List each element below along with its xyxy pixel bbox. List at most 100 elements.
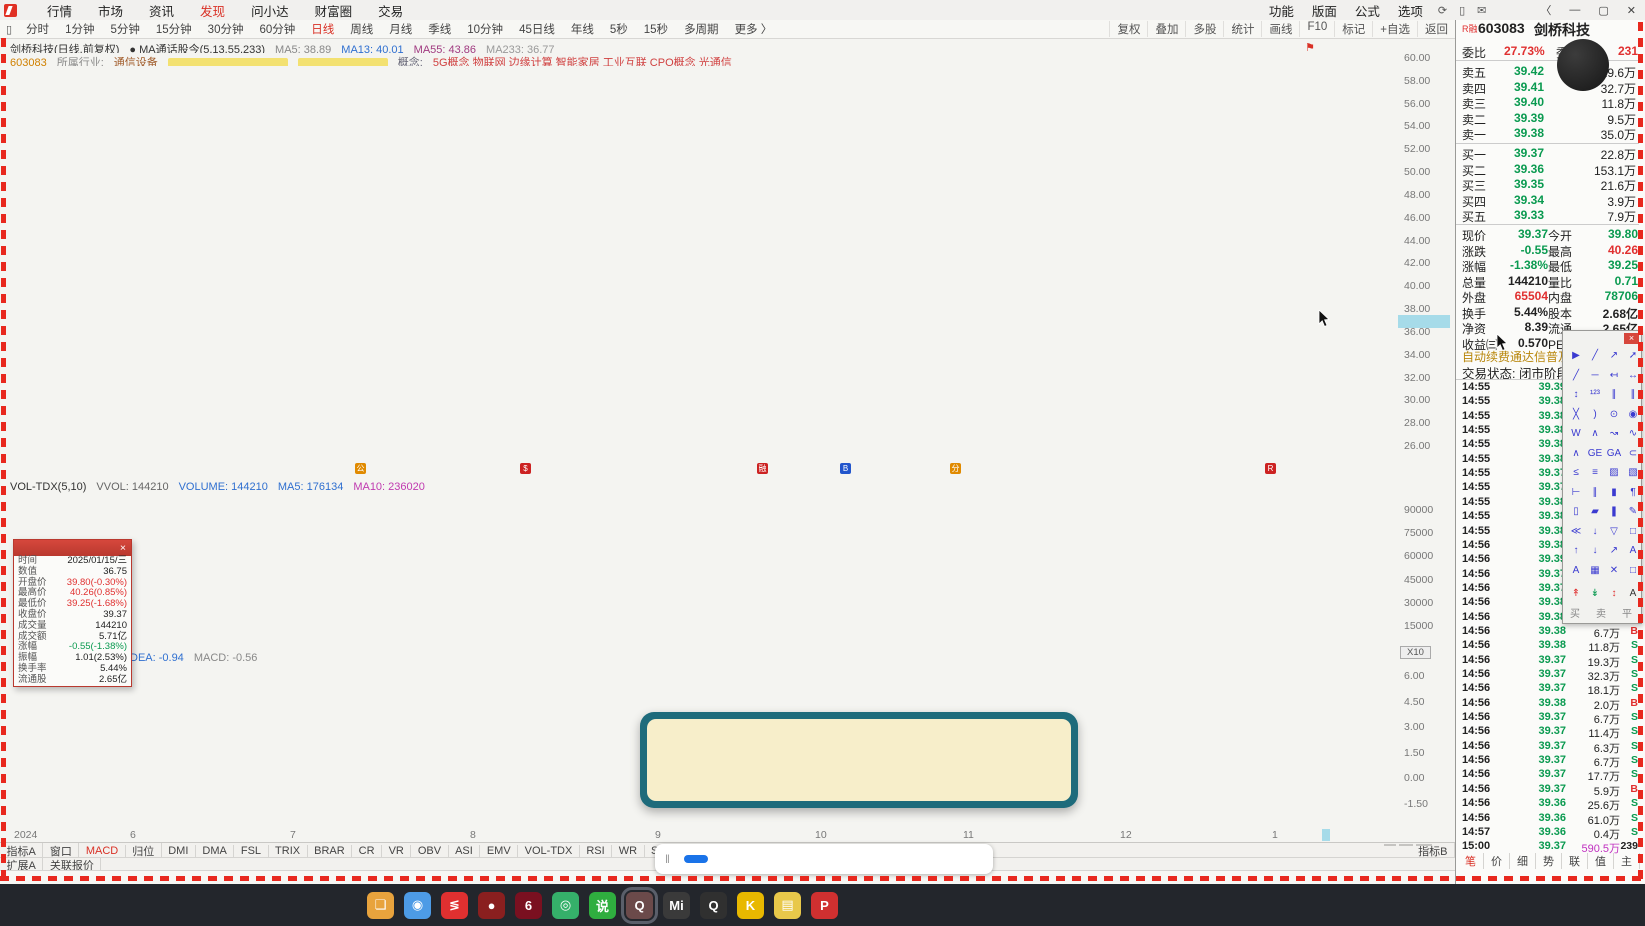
taskbar-app-tdx[interactable]: ≶: [441, 891, 468, 919]
taskbar-app-sticky-notes[interactable]: ▤: [774, 891, 801, 919]
tab-RSI[interactable]: RSI: [580, 844, 613, 857]
tab-EMV[interactable]: EMV: [480, 844, 519, 857]
toolbar-button-复权[interactable]: 复权: [1109, 21, 1147, 37]
bid-price[interactable]: 39.33: [1514, 208, 1544, 222]
collapse-icon[interactable]: 〈: [1531, 2, 1560, 18]
draw-tool-icon[interactable]: ↔: [1624, 367, 1642, 384]
tab-MACD[interactable]: MACD: [79, 844, 126, 857]
period-更多 〉[interactable]: 更多 〉: [727, 21, 781, 37]
ask-price[interactable]: 39.39: [1514, 111, 1544, 125]
draw-tool-icon[interactable]: GE: [1586, 445, 1604, 462]
taskbar-app-app-red-circle[interactable]: ●: [478, 891, 505, 919]
draw-tool-icon[interactable]: ≤: [1567, 464, 1585, 481]
toolbar-button-标记[interactable]: 标记: [1334, 21, 1372, 37]
draw-tool-icon[interactable]: GA: [1605, 445, 1623, 462]
draw-tool-icon[interactable]: ): [1586, 406, 1604, 423]
period-年线[interactable]: 年线: [563, 21, 602, 37]
tab-CR[interactable]: CR: [352, 844, 383, 857]
draw-tool-icon[interactable]: ❚: [1605, 503, 1623, 520]
draw-tool-icon[interactable]: □: [1624, 562, 1642, 579]
tab-BRAR[interactable]: BRAR: [308, 844, 353, 857]
zoom-out-button[interactable]: [1416, 844, 1432, 846]
draw-tool-icon[interactable]: ∥: [1586, 484, 1604, 501]
taskbar-app-chrome[interactable]: ◉: [404, 891, 431, 919]
period-15分钟[interactable]: 15分钟: [148, 21, 200, 37]
draw-tool-icon[interactable]: ▧: [1624, 464, 1642, 481]
minimize-icon[interactable]: —: [1560, 4, 1589, 16]
tab-DMA[interactable]: DMA: [196, 844, 235, 857]
stock-name[interactable]: 剑桥科技: [1534, 20, 1590, 40]
quote-tab-价[interactable]: 价: [1484, 853, 1510, 869]
draw-tool-icon[interactable]: A: [1567, 562, 1585, 579]
draw-arrow-icon[interactable]: ↡: [1586, 585, 1604, 602]
period-15秒[interactable]: 15秒: [636, 21, 676, 37]
draw-tool-icon[interactable]: ▽: [1605, 523, 1623, 540]
draw-tool-icon[interactable]: ▦: [1586, 562, 1604, 579]
taskbar-app-pdf[interactable]: P: [811, 891, 838, 919]
period-季线[interactable]: 季线: [420, 21, 459, 37]
message-icon[interactable]: ✉: [1471, 4, 1492, 17]
draw-tool-icon[interactable]: ¹²³: [1586, 386, 1604, 403]
draw-tool-icon[interactable]: ─: [1586, 367, 1604, 384]
period-周线[interactable]: 周线: [342, 21, 381, 37]
drag-handle-icon[interactable]: ‖: [665, 852, 670, 866]
draw-tool-icon[interactable]: ↑: [1567, 542, 1585, 559]
draw-tool-icon[interactable]: A: [1624, 542, 1642, 559]
draw-tool-icon[interactable]: ↤: [1605, 367, 1623, 384]
quote-tab-主[interactable]: 主: [1614, 853, 1640, 869]
taskbar-app-qq[interactable]: Q: [621, 886, 658, 924]
event-marker[interactable]: B: [840, 463, 851, 474]
draw-tool-icon[interactable]: W: [1567, 425, 1585, 442]
quote-tab-值[interactable]: 值: [1588, 853, 1614, 869]
tab-VOL-TDX[interactable]: VOL-TDX: [518, 844, 580, 857]
quote-tab-笔[interactable]: 笔: [1458, 853, 1484, 869]
draw-tool-icon[interactable]: ∥: [1605, 386, 1623, 403]
toolbar-button-多股[interactable]: 多股: [1185, 21, 1223, 37]
tab-TRIX[interactable]: TRIX: [269, 844, 308, 857]
menu-item-2[interactable]: 资讯: [136, 1, 187, 20]
period-30分钟[interactable]: 30分钟: [200, 21, 252, 37]
taskbar-app-wind-w6[interactable]: 6: [515, 891, 542, 919]
tab-FSL[interactable]: FSL: [234, 844, 269, 857]
bid-price[interactable]: 39.37: [1514, 146, 1544, 160]
draw-arrow-icon[interactable]: ↕: [1605, 585, 1623, 602]
draw-tool-icon[interactable]: ╱: [1586, 347, 1604, 364]
draw-tool-icon[interactable]: ⊙: [1605, 406, 1623, 423]
refresh-icon[interactable]: ⟳: [1432, 4, 1453, 17]
menu-right-3[interactable]: 选项: [1389, 1, 1432, 20]
ask-price[interactable]: 39.41: [1514, 80, 1544, 94]
draw-tool-icon[interactable]: ∿: [1624, 425, 1642, 442]
menu-item-5[interactable]: 财富圈: [302, 1, 366, 20]
draw-tool-icon[interactable]: ◉: [1624, 406, 1642, 423]
draw-tool-icon[interactable]: ➚: [1624, 347, 1642, 364]
draw-tool-icon[interactable]: ▯: [1567, 503, 1585, 520]
draw-arrow-icon[interactable]: ↟: [1567, 585, 1585, 602]
quote-tab-势[interactable]: 势: [1536, 853, 1562, 869]
draw-tool-icon[interactable]: ▮: [1605, 484, 1623, 501]
draw-tool-icon[interactable]: ↓: [1586, 542, 1604, 559]
phone-icon[interactable]: ▯: [0, 23, 18, 36]
period-10分钟[interactable]: 10分钟: [459, 21, 511, 37]
menu-right-1[interactable]: 版面: [1303, 1, 1346, 20]
template-button[interactable]: [1384, 844, 1396, 846]
mobile-icon[interactable]: ▯: [1453, 4, 1471, 17]
taskbar-app-cam-q[interactable]: Q: [700, 891, 727, 919]
period-分时[interactable]: 分时: [18, 21, 57, 37]
palette-close-icon[interactable]: ×: [1624, 333, 1639, 344]
taskbar-app-kingsoft[interactable]: K: [737, 891, 764, 919]
quote-tab-筹[interactable]: 筹: [1640, 853, 1645, 869]
draw-tool-icon[interactable]: ✕: [1605, 562, 1623, 579]
ask-price[interactable]: 39.40: [1514, 95, 1544, 109]
period-45日线[interactable]: 45日线: [511, 21, 563, 37]
toolbar-button-叠加[interactable]: 叠加: [1147, 21, 1185, 37]
bid-price[interactable]: 39.35: [1514, 177, 1544, 191]
draw-tool-icon[interactable]: ╳: [1567, 406, 1585, 423]
tab-WR[interactable]: WR: [612, 844, 645, 857]
menu-item-0[interactable]: 行情: [34, 1, 85, 20]
toolbar-button-F10[interactable]: F10: [1299, 21, 1334, 37]
draw-tool-icon[interactable]: ▶: [1567, 347, 1585, 364]
draw-tool-icon[interactable]: ¶: [1624, 484, 1642, 501]
stop-share-button[interactable]: [683, 855, 708, 863]
menu-item-4[interactable]: 问小达: [238, 1, 302, 20]
draw-tool-icon[interactable]: ▨: [1605, 464, 1623, 481]
